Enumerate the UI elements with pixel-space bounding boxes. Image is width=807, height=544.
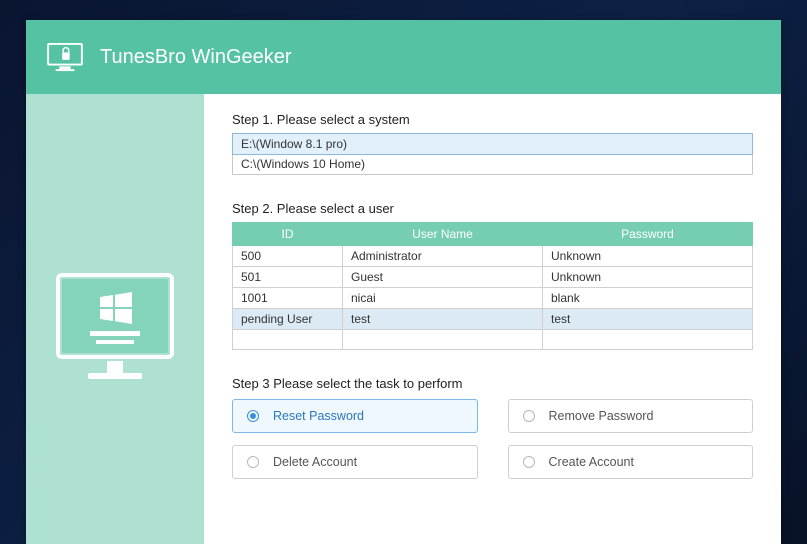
logo-icon (46, 42, 84, 72)
task-label: Create Account (549, 455, 634, 469)
header: TunesBro WinGeeker (26, 20, 781, 94)
cell-id: 500 (233, 246, 343, 267)
table-row[interactable]: 1001 nicai blank (233, 288, 753, 309)
cell-id: pending User (233, 309, 343, 330)
table-row[interactable]: pending User test test (233, 309, 753, 330)
radio-icon (523, 410, 535, 422)
task-create-account[interactable]: Create Account (508, 445, 754, 479)
cell-password: test (543, 309, 753, 330)
system-row[interactable]: C:\(Windows 10 Home) (233, 154, 752, 174)
col-id: ID (233, 223, 343, 246)
col-password: Password (543, 223, 753, 246)
col-username: User Name (343, 223, 543, 246)
task-options: Reset Password Remove Password Delete Ac… (232, 399, 753, 479)
cell-username: nicai (343, 288, 543, 309)
cell-password: blank (543, 288, 753, 309)
table-row (233, 330, 753, 350)
computer-illustration-icon (50, 267, 180, 412)
system-list: E:\(Window 8.1 pro) C:\(Windows 10 Home) (232, 133, 753, 175)
radio-icon (247, 456, 259, 468)
main-panel: Step 1. Please select a system E:\(Windo… (204, 94, 781, 544)
table-row[interactable]: 500 Administrator Unknown (233, 246, 753, 267)
sidebar (26, 94, 204, 544)
task-label: Remove Password (549, 409, 654, 423)
task-label: Reset Password (273, 409, 364, 423)
app-window: TunesBro WinGeeker (26, 20, 781, 544)
table-row[interactable]: 501 Guest Unknown (233, 267, 753, 288)
body: Step 1. Please select a system E:\(Windo… (26, 94, 781, 544)
step2-label: Step 2. Please select a user (232, 201, 753, 216)
cell-password: Unknown (543, 246, 753, 267)
step3-label: Step 3 Please select the task to perform (232, 376, 753, 391)
task-delete-account[interactable]: Delete Account (232, 445, 478, 479)
task-reset-password[interactable]: Reset Password (232, 399, 478, 433)
cell-username: Administrator (343, 246, 543, 267)
cell-username: test (343, 309, 543, 330)
step1-label: Step 1. Please select a system (232, 112, 753, 127)
app-title: TunesBro WinGeeker (100, 46, 292, 69)
system-row[interactable]: E:\(Window 8.1 pro) (232, 133, 753, 155)
cell-username: Guest (343, 267, 543, 288)
cell-id: 1001 (233, 288, 343, 309)
cell-id: 501 (233, 267, 343, 288)
table-header-row: ID User Name Password (233, 223, 753, 246)
cell-password: Unknown (543, 267, 753, 288)
radio-icon (247, 410, 259, 422)
radio-icon (523, 456, 535, 468)
task-label: Delete Account (273, 455, 357, 469)
user-table: ID User Name Password 500 Administrator … (232, 222, 753, 350)
task-remove-password[interactable]: Remove Password (508, 399, 754, 433)
